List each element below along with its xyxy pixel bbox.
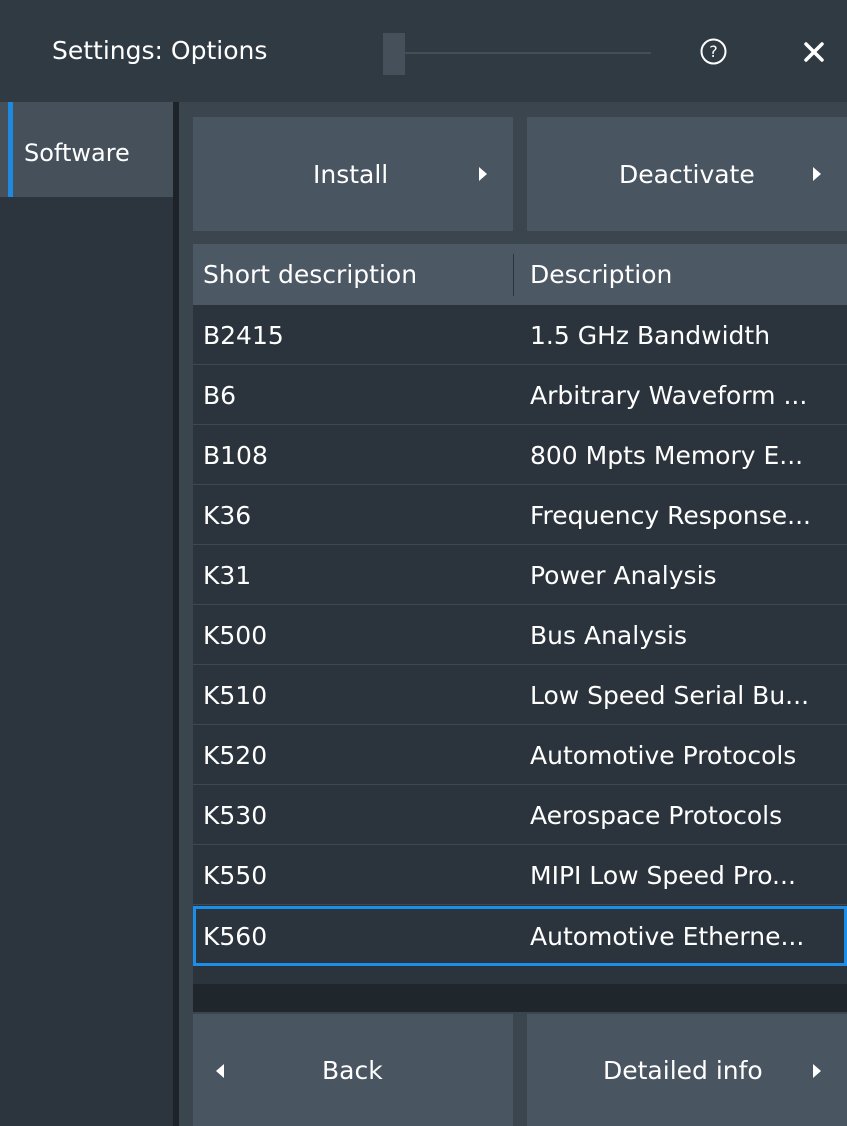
question-circle-icon[interactable]: ?	[700, 38, 727, 65]
table-row[interactable]: K500 Bus Analysis	[193, 606, 847, 665]
short-description-cell: K31	[203, 561, 252, 590]
table-row[interactable]: K550 MIPI Low Speed Pro...	[193, 846, 847, 905]
chevron-right-icon	[813, 167, 821, 181]
description-cell: 800 Mpts Memory E...	[530, 441, 804, 470]
column-divider[interactable]	[513, 254, 514, 296]
description-cell: Frequency Response...	[530, 501, 812, 530]
drag-track[interactable]	[383, 52, 651, 54]
install-button-label: Install	[313, 159, 389, 189]
close-icon[interactable]	[803, 41, 825, 63]
table-row[interactable]: K510 Low Speed Serial Bu...	[193, 666, 847, 725]
table-footer-strip	[193, 984, 847, 1012]
short-description-cell: K550	[203, 861, 268, 890]
short-description-cell: K36	[203, 501, 252, 530]
short-description-cell: B108	[203, 441, 268, 470]
description-cell: Automotive Protocols	[530, 741, 797, 770]
dialog-title: Settings: Options	[52, 36, 268, 65]
description-cell: Bus Analysis	[530, 621, 687, 650]
table-row[interactable]: B2415 1.5 GHz Bandwidth	[193, 306, 847, 365]
table-row[interactable]: B6 Arbitrary Waveform ...	[193, 366, 847, 425]
install-button[interactable]: Install	[193, 117, 513, 231]
back-button[interactable]: Back	[193, 1014, 513, 1126]
table-row[interactable]: K31 Power Analysis	[193, 546, 847, 605]
table-row[interactable]: B108 800 Mpts Memory E...	[193, 426, 847, 485]
description-cell: Arbitrary Waveform ...	[530, 381, 808, 410]
sidebar-item-software[interactable]: Software	[0, 102, 173, 197]
drag-handle[interactable]	[383, 33, 405, 75]
chevron-right-icon	[479, 167, 487, 181]
chevron-right-icon	[813, 1064, 821, 1078]
back-button-label: Back	[322, 1055, 383, 1085]
description-cell: 1.5 GHz Bandwidth	[530, 321, 771, 350]
table-row[interactable]: K530 Aerospace Protocols	[193, 786, 847, 845]
short-description-cell: B2415	[203, 321, 284, 350]
detailed-info-button-label: Detailed info	[603, 1055, 763, 1085]
description-cell: Aerospace Protocols	[530, 801, 783, 830]
short-description-cell: K520	[203, 741, 268, 770]
description-cell: Low Speed Serial Bu...	[530, 681, 810, 710]
sidebar: Software	[0, 102, 173, 1126]
detailed-info-button[interactable]: Detailed info	[527, 1014, 847, 1126]
short-description-cell: K560	[203, 921, 268, 951]
column-header-short-description[interactable]: Short description	[203, 244, 417, 305]
short-description-cell: K510	[203, 681, 268, 710]
deactivate-button[interactable]: Deactivate	[527, 117, 847, 231]
description-cell: Power Analysis	[530, 561, 717, 590]
short-description-cell: K530	[203, 801, 268, 830]
sidebar-item-label: Software	[24, 139, 130, 167]
table-row-selected[interactable]: K560 Automotive Etherne...	[193, 906, 847, 966]
short-description-cell: B6	[203, 381, 237, 410]
table-row[interactable]: K520 Automotive Protocols	[193, 726, 847, 785]
column-header-description[interactable]: Description	[530, 244, 672, 305]
selection-indicator	[8, 102, 13, 197]
table-row[interactable]: K36 Frequency Response...	[193, 486, 847, 545]
description-cell: Automotive Etherne...	[530, 921, 805, 951]
deactivate-button-label: Deactivate	[619, 159, 755, 189]
options-table: Short description Description B2415 1.5 …	[193, 244, 847, 984]
svg-text:?: ?	[709, 42, 718, 61]
chevron-left-icon	[216, 1064, 224, 1078]
description-cell: MIPI Low Speed Pro...	[530, 861, 796, 890]
title-bar: Settings: Options ?	[0, 0, 847, 102]
short-description-cell: K500	[203, 621, 268, 650]
table-header: Short description Description	[193, 244, 847, 305]
